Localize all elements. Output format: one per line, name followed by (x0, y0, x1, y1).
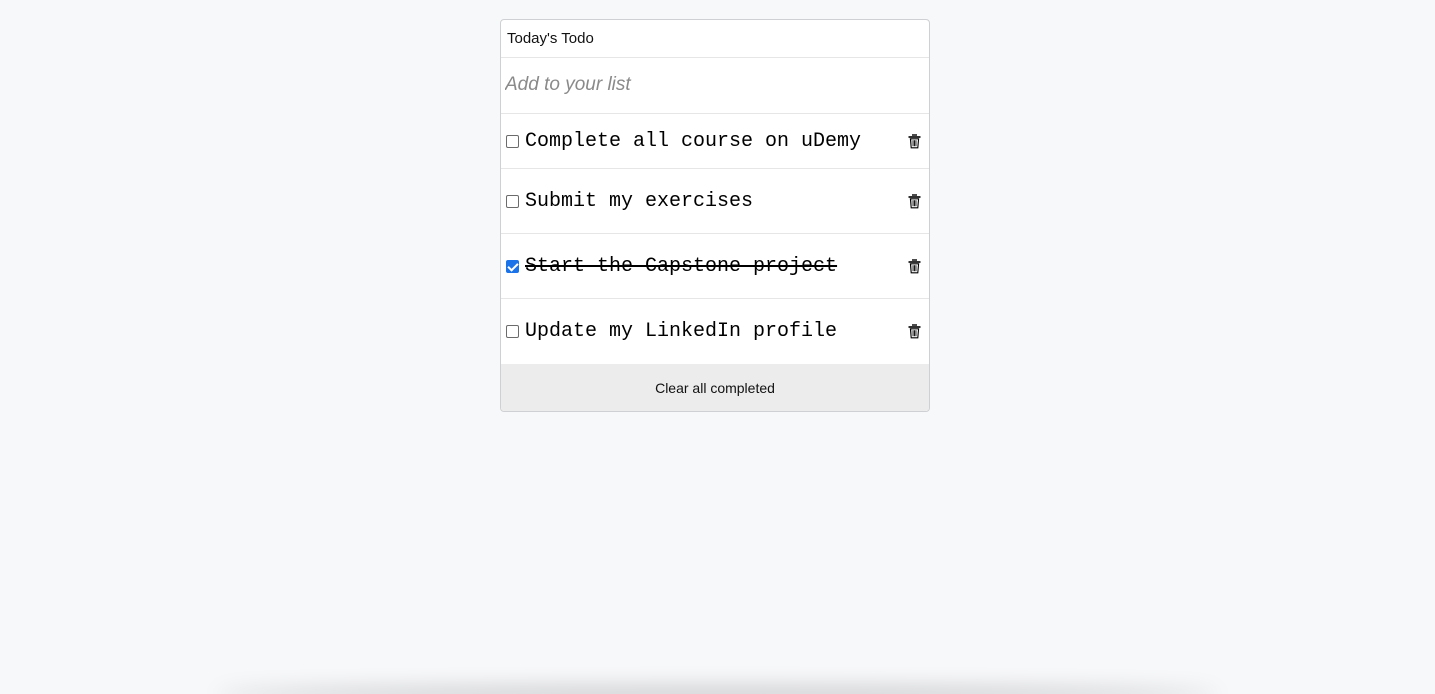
trash-icon (908, 258, 920, 273)
todo-text: Submit my exercises (525, 189, 754, 213)
add-todo-row (501, 58, 929, 114)
page: Today's Todo Complete all course on uDem… (0, 0, 1435, 694)
delete-button[interactable] (901, 188, 927, 214)
trash-icon (908, 324, 920, 339)
todo-footer: Clear all completed (501, 364, 929, 411)
todo-list: Complete all course on uDemy Submit my e… (501, 114, 929, 364)
todo-checkbox[interactable] (506, 134, 519, 148)
todo-item: Start the Capstone project (501, 234, 929, 299)
todo-item: Submit my exercises (501, 169, 929, 234)
clear-completed-button[interactable]: Clear all completed (641, 364, 789, 411)
todo-title: Today's Todo (501, 20, 929, 58)
todo-text: Complete all course on uDemy (525, 129, 862, 153)
todo-item: Complete all course on uDemy (501, 114, 929, 169)
todo-item: Update my LinkedIn profile (501, 299, 929, 364)
todo-text: Start the Capstone project (525, 254, 838, 278)
todo-checkbox[interactable] (506, 194, 519, 208)
todo-checkbox[interactable] (506, 259, 519, 273)
trash-icon (908, 193, 920, 208)
todo-card: Today's Todo Complete all course on uDem… (500, 19, 930, 412)
todo-checkbox[interactable] (506, 325, 519, 338)
delete-button[interactable] (901, 319, 927, 345)
delete-button[interactable] (901, 253, 927, 279)
delete-button[interactable] (901, 128, 927, 154)
todo-text: Update my LinkedIn profile (525, 320, 838, 343)
add-todo-input[interactable] (501, 58, 929, 113)
trash-icon (908, 133, 920, 148)
